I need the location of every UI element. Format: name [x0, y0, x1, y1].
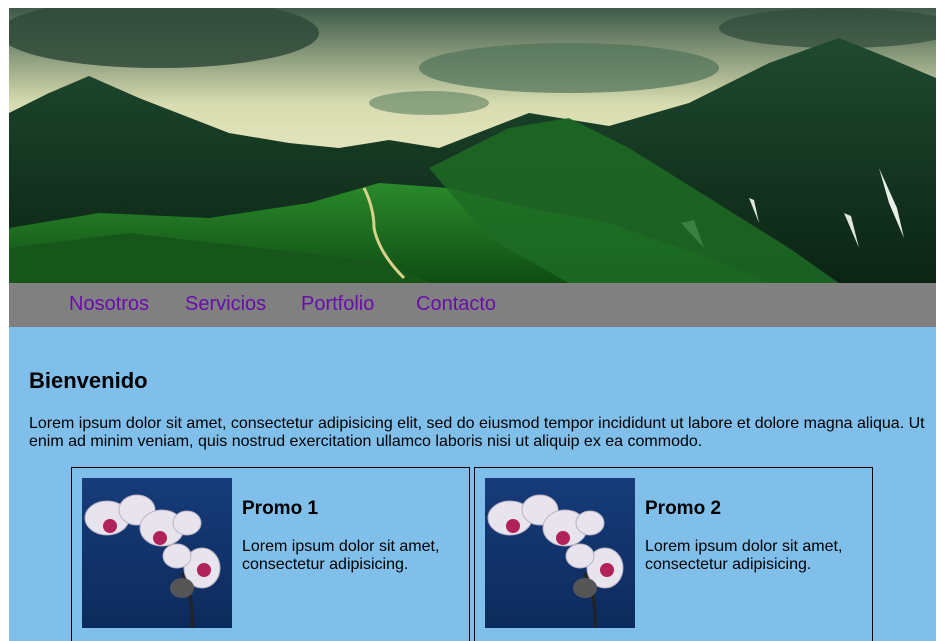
- main-navigation: Nosotros Servicios Portfolio Contacto: [9, 283, 936, 327]
- promo-title: Promo 2: [645, 498, 722, 519]
- promo-card-1: Promo 1 Lorem ipsum dolor sit amet, cons…: [71, 467, 470, 641]
- main-content: Bienvenido Lorem ipsum dolor sit amet, c…: [9, 327, 936, 641]
- page: Nosotros Servicios Portfolio Contacto Bi…: [9, 8, 936, 641]
- nav-item-servicios[interactable]: Servicios: [185, 293, 266, 315]
- intro-text: Lorem ipsum dolor sit amet, consectetur …: [29, 415, 925, 450]
- promo-text: Lorem ipsum dolor sit amet, consectetur …: [242, 538, 440, 573]
- nav-item-contacto[interactable]: Contacto: [416, 293, 496, 315]
- header-banner-image: [9, 8, 936, 283]
- promo-title: Promo 1: [242, 498, 319, 519]
- promo-card-2: Promo 2 Lorem ipsum dolor sit amet, cons…: [474, 467, 873, 641]
- nav-item-portfolio[interactable]: Portfolio: [301, 293, 374, 315]
- nav-item-nosotros[interactable]: Nosotros: [69, 293, 149, 315]
- page-title: Bienvenido: [29, 368, 148, 393]
- orchid-image: [82, 478, 232, 628]
- promo-text: Lorem ipsum dolor sit amet, consectetur …: [645, 538, 843, 573]
- orchid-image: [485, 478, 635, 628]
